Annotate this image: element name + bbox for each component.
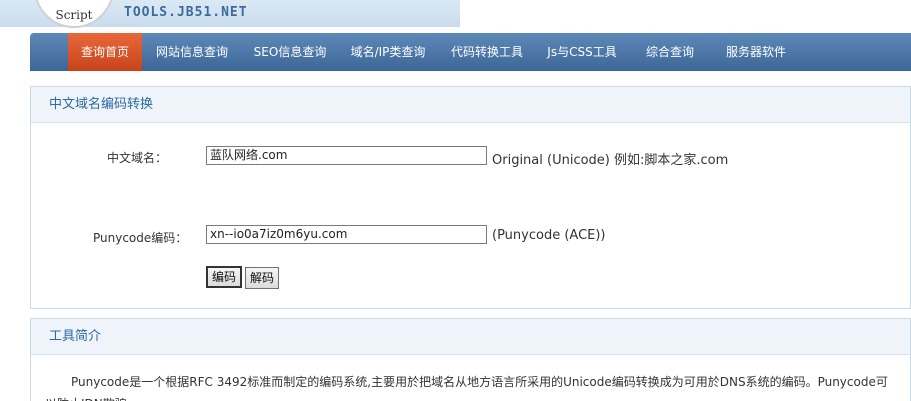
- nav-item-code-convert[interactable]: 代码转换工具: [444, 33, 530, 71]
- nav-item-js-css[interactable]: Js与CSS工具: [542, 33, 622, 71]
- converter-panel: 中文域名编码转换 中文域名： 蓝队网络.com Original (Unicod…: [30, 86, 911, 309]
- cn-domain-hint: Original (Unicode) 例如:脚本之家.com: [492, 153, 729, 168]
- punycode-label: Punycode编码：: [93, 231, 188, 245]
- encode-button[interactable]: 编码: [206, 266, 242, 288]
- nav-item-combined[interactable]: 综合查询: [634, 33, 706, 71]
- nav-item-home[interactable]: 查询首页: [68, 33, 142, 71]
- nav-item-server-software[interactable]: 服务器软件: [710, 33, 802, 71]
- cn-domain-label: 中文域名：: [107, 151, 168, 165]
- site-url: TOOLS.JB51.NET: [124, 5, 248, 20]
- intro-title: 工具简介: [31, 319, 910, 355]
- nav-item-seo[interactable]: SEO信息查询: [244, 33, 336, 71]
- punycode-hint: (Punycode (ACE)): [492, 228, 606, 243]
- decode-button[interactable]: 解码: [245, 267, 279, 289]
- intro-text: Punycode是一个根据RFC 3492标准而制定的编码系统,主要用於把域名从…: [45, 375, 888, 401]
- cn-domain-input[interactable]: 蓝队网络.com: [206, 146, 487, 165]
- nav-item-domain-ip[interactable]: 域名/IP类查询: [342, 33, 434, 71]
- main-nav: 查询首页 网站信息查询 SEO信息查询 域名/IP类查询 代码转换工具 Js与C…: [30, 33, 911, 71]
- intro-panel: 工具简介 Punycode是一个根据RFC 3492标准而制定的编码系统,主要用…: [30, 318, 911, 401]
- site-header: Script TOOLS.JB51.NET: [0, 0, 911, 33]
- nav-item-site-info[interactable]: 网站信息查询: [146, 33, 238, 71]
- logo-text: Script: [55, 8, 93, 22]
- converter-title: 中文域名编码转换: [31, 87, 910, 123]
- punycode-input[interactable]: xn--io0a7iz0m6yu.com: [206, 225, 487, 244]
